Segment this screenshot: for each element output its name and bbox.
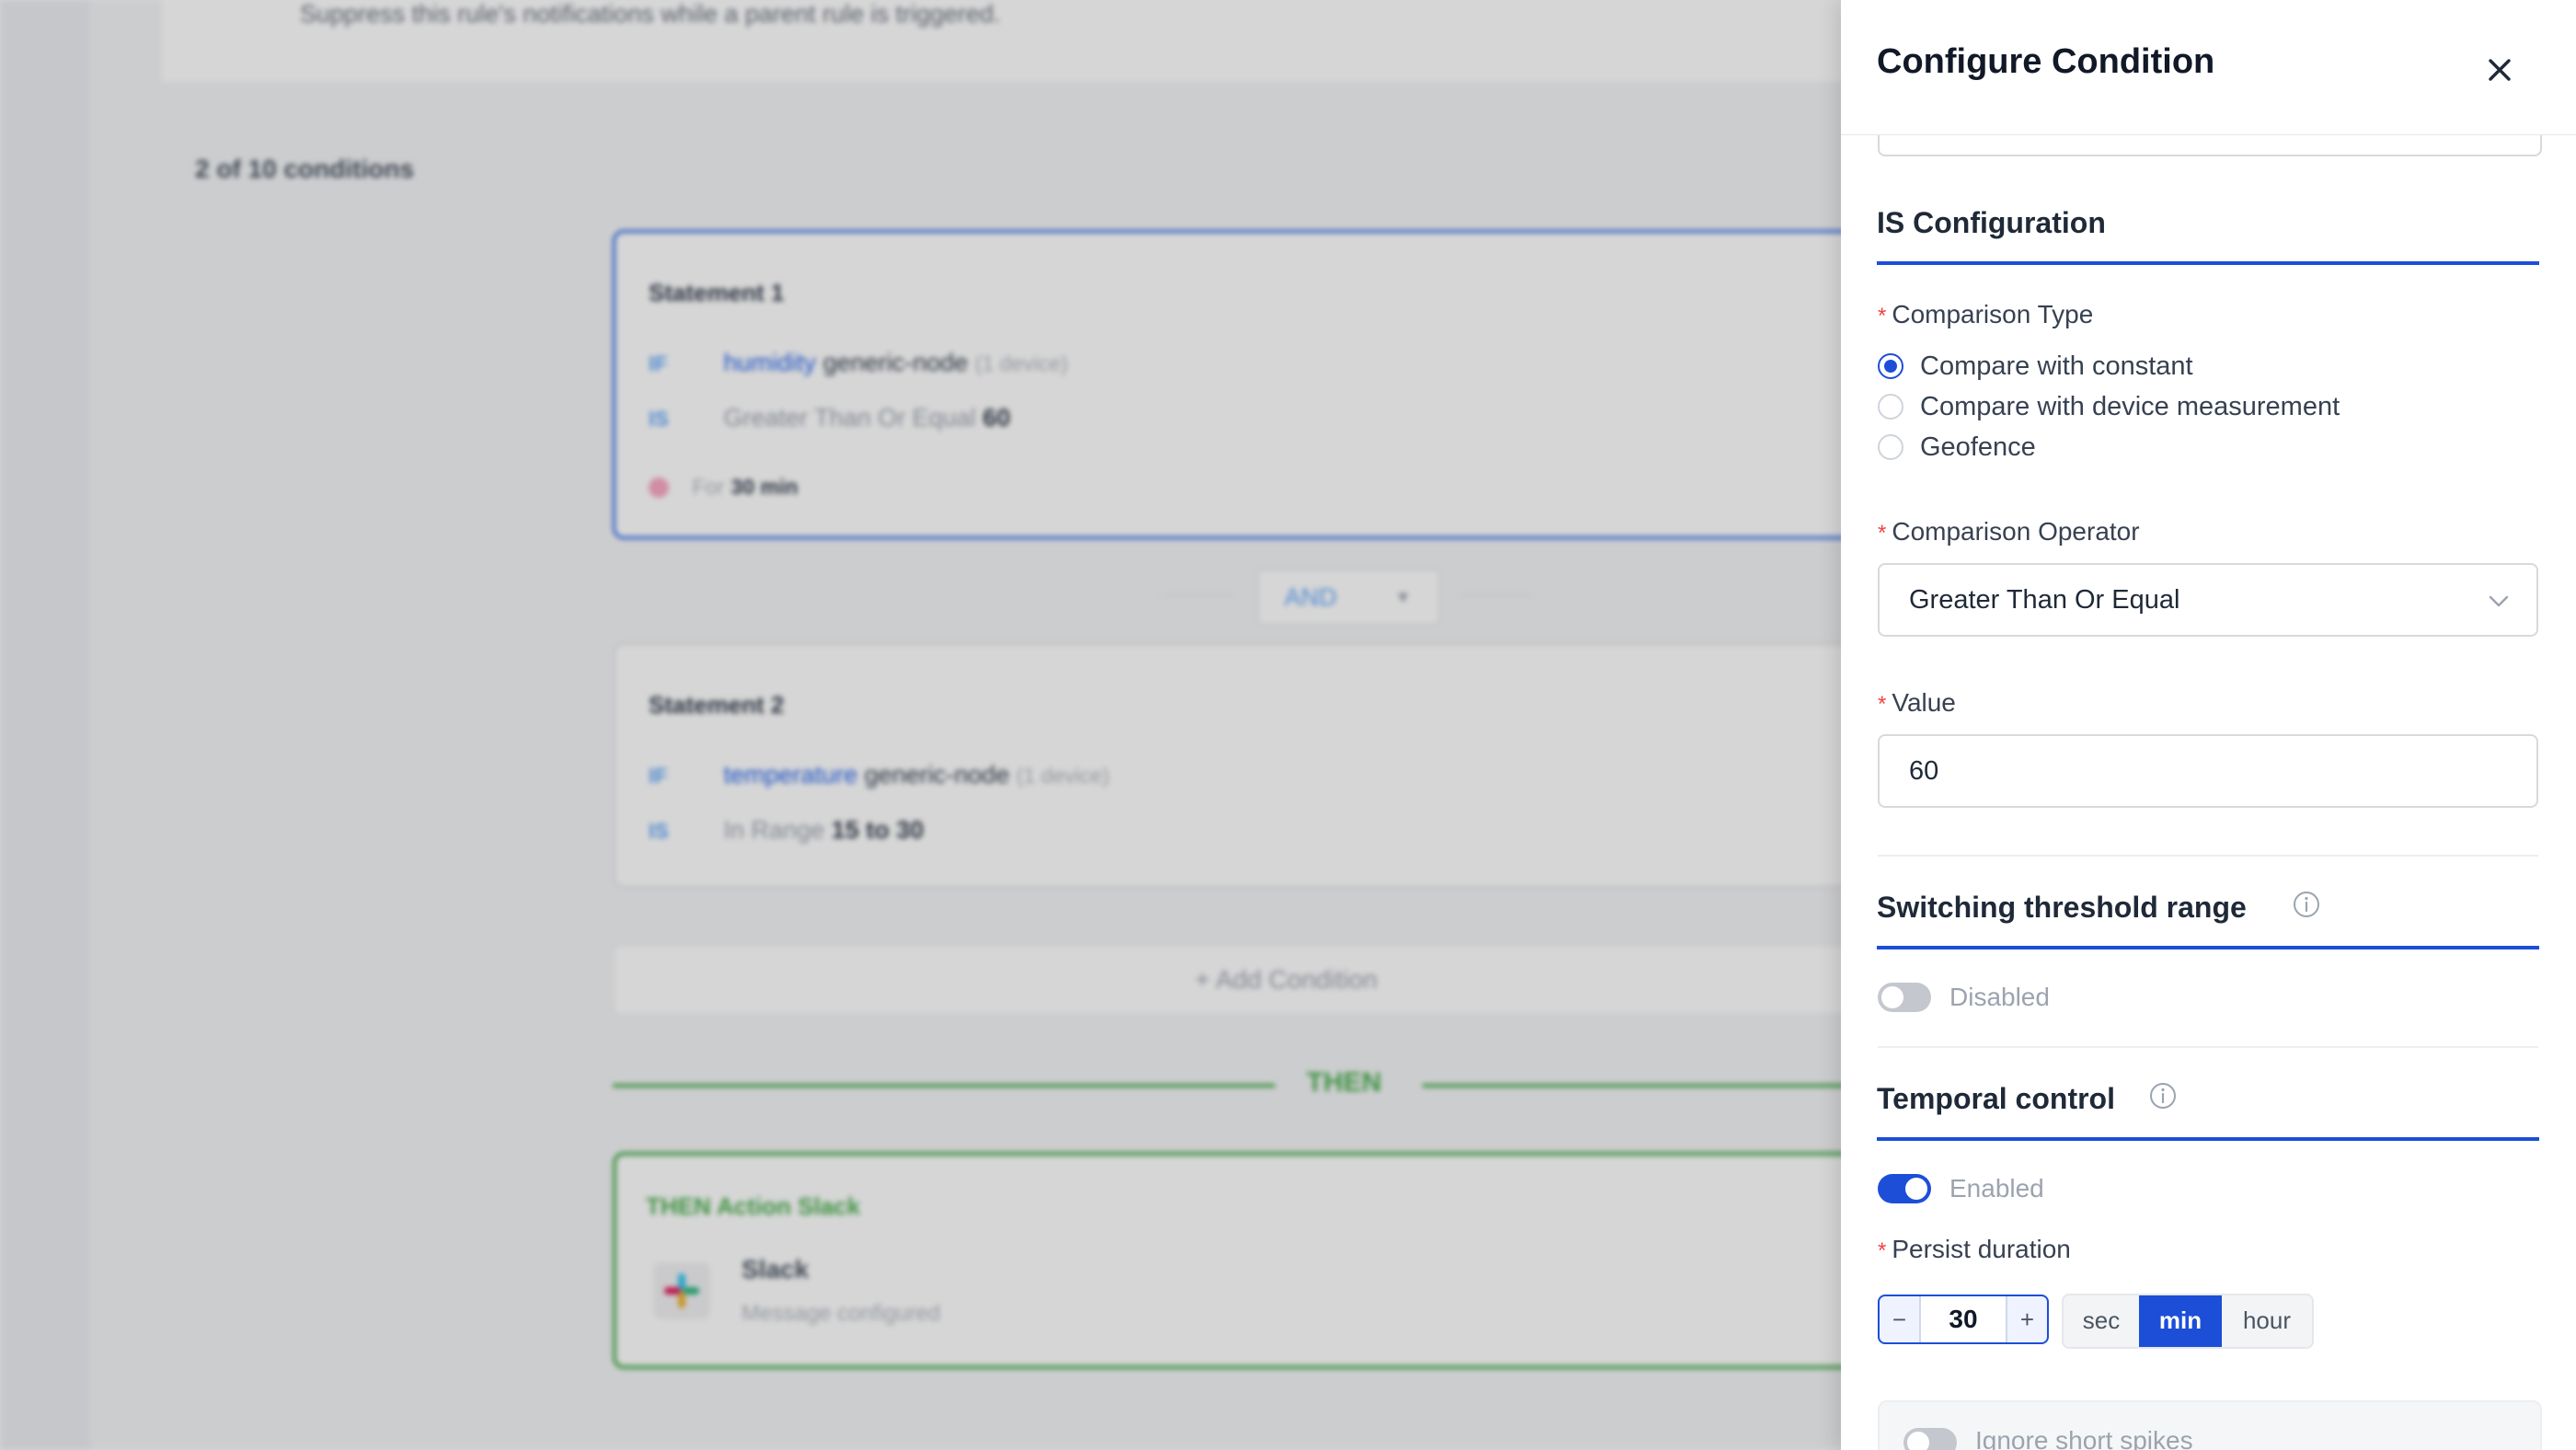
value-input[interactable] <box>1878 734 2538 808</box>
info-icon[interactable] <box>2149 1082 2177 1110</box>
required-marker: * <box>1878 692 1887 717</box>
drawer-title: Configure Condition <box>1877 42 2215 81</box>
required-marker: * <box>1878 304 1887 328</box>
radio-geofence[interactable]: Geofence <box>1878 429 2036 466</box>
switching-threshold-toggle[interactable] <box>1878 983 1931 1012</box>
unit-hour[interactable]: hour <box>2222 1295 2312 1347</box>
comparison-operator-select[interactable]: Greater Than Or Equal <box>1878 563 2538 637</box>
radio-label: Geofence <box>1920 432 2036 462</box>
section-divider <box>1878 855 2538 857</box>
is-configuration-header: IS Configuration <box>1877 206 2539 265</box>
duration-unit-selector: sec min hour <box>2062 1294 2314 1349</box>
selected-operator: Greater Than Or Equal <box>1909 585 2180 615</box>
increment-button[interactable]: + <box>2007 1296 2047 1342</box>
radio-compare-device[interactable]: Compare with device measurement <box>1878 388 2340 425</box>
ignore-spikes-label: Ignore short spikes <box>1975 1426 2193 1450</box>
ignore-short-spikes-card: Ignore short spikes <box>1878 1400 2542 1450</box>
toggle-knob <box>1881 986 1903 1008</box>
close-button[interactable] <box>2474 44 2525 96</box>
section-divider <box>1878 1046 2538 1048</box>
switching-threshold-state: Disabled <box>1949 983 2050 1011</box>
required-marker: * <box>1878 1238 1887 1263</box>
radio-label: Compare with device measurement <box>1920 391 2340 421</box>
decrement-button[interactable]: − <box>1880 1296 1919 1342</box>
radio-button[interactable] <box>1878 353 1903 379</box>
toggle-knob <box>1907 1432 1929 1450</box>
value-label: * Value <box>1878 688 1956 717</box>
ignore-spikes-toggle[interactable] <box>1903 1428 1957 1450</box>
unit-min[interactable]: min <box>2139 1295 2222 1347</box>
comparison-operator-label: * Comparison Operator <box>1878 517 2140 546</box>
duration-value[interactable]: 30 <box>1919 1296 2007 1342</box>
persist-duration-label: * Persist duration <box>1878 1235 2071 1263</box>
toggle-knob <box>1905 1178 1927 1200</box>
radio-compare-constant[interactable]: Compare with constant <box>1878 348 2193 385</box>
radio-label: Compare with constant <box>1920 351 2193 381</box>
radio-button[interactable] <box>1878 434 1903 460</box>
info-icon[interactable] <box>2293 891 2320 918</box>
section-title: Switching threshold range <box>1877 891 2247 924</box>
close-icon <box>2489 59 2511 81</box>
radio-button[interactable] <box>1878 394 1903 420</box>
section-title: IS Configuration <box>1877 206 2106 239</box>
unit-sec[interactable]: sec <box>2064 1295 2139 1347</box>
temporal-control-state: Enabled <box>1949 1174 2044 1203</box>
chevron-down-icon <box>2489 595 2509 607</box>
drawer-header: Configure Condition <box>1841 0 2576 135</box>
temporal-control-toggle[interactable] <box>1878 1174 1931 1203</box>
section-title: Temporal control <box>1877 1082 2115 1115</box>
switching-threshold-header: Switching threshold range <box>1877 891 2539 949</box>
comparison-type-label: * Comparison Type <box>1878 300 2094 328</box>
duration-stepper[interactable]: − 30 + <box>1878 1295 2049 1344</box>
configure-condition-drawer: Configure Condition IS Configuration * Co… <box>1841 0 2576 1450</box>
temporal-control-header: Temporal control <box>1877 1082 2539 1141</box>
required-marker: * <box>1878 521 1887 546</box>
